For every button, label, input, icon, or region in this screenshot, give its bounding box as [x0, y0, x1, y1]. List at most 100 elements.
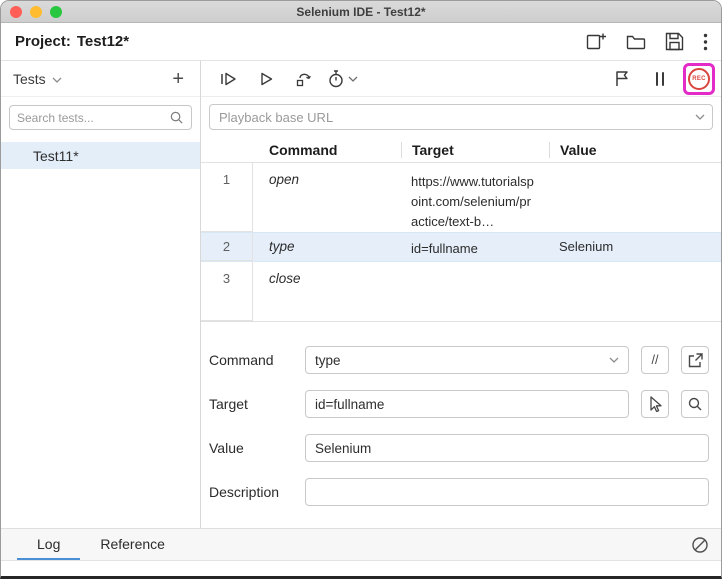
toggle-comment-button[interactable]: //: [641, 346, 669, 374]
target-cell: https://www.tutorialspoint.com/selenium/…: [401, 163, 549, 232]
test-list-item[interactable]: Test11*: [1, 142, 200, 169]
more-options-button[interactable]: [703, 33, 708, 51]
cursor-icon: [647, 395, 664, 413]
find-target-button[interactable]: [681, 390, 709, 418]
save-icon: [665, 32, 684, 51]
save-project-button[interactable]: [665, 32, 684, 51]
tests-header: Tests +: [1, 61, 200, 97]
tests-dropdown[interactable]: Tests: [13, 71, 62, 87]
selenium-ide-window: Selenium IDE - Test12* Project: Test12* T…: [0, 0, 722, 579]
commands-table-body: 1 open https://www.tutorialspoint.com/se…: [201, 163, 721, 321]
add-test-button[interactable]: +: [168, 69, 188, 89]
zoom-window-button[interactable]: [50, 6, 62, 18]
external-link-icon: [687, 352, 704, 369]
chevron-down-icon: [348, 76, 358, 82]
project-actions: [586, 32, 708, 51]
disable-breakpoints-button[interactable]: [607, 65, 637, 93]
flag-icon: [613, 69, 631, 88]
value-field-label: Value: [209, 440, 305, 456]
command-cell: close: [253, 262, 401, 321]
traffic-lights: [10, 6, 62, 18]
command-cell: open: [253, 163, 401, 232]
record-button-highlight: REC: [683, 63, 715, 95]
playback-base-url-wrap: [209, 104, 713, 130]
description-field-label: Description: [209, 484, 305, 500]
project-label: Project:: [15, 33, 71, 50]
run-current-test-button[interactable]: [251, 65, 281, 93]
tab-log-label: Log: [37, 536, 60, 552]
run-all-tests-button[interactable]: [213, 65, 243, 93]
search-icon: [169, 110, 184, 125]
window-title: Selenium IDE - Test12*: [1, 5, 721, 19]
value-form-row: Value: [209, 434, 709, 462]
footer-tabbar: Log Reference: [1, 528, 721, 561]
stopwatch-icon: [327, 69, 345, 89]
target-form-row: Target: [209, 390, 709, 418]
row-number: 3: [201, 262, 253, 321]
circle-slash-icon: [691, 536, 709, 554]
table-row[interactable]: 3 close: [201, 262, 721, 321]
record-button[interactable]: REC: [688, 68, 710, 90]
tab-reference-label: Reference: [100, 536, 165, 552]
pause-on-exceptions-button[interactable]: [645, 65, 675, 93]
chevron-down-icon: [52, 77, 62, 83]
search-icon: [687, 396, 703, 412]
tab-log[interactable]: Log: [17, 529, 80, 560]
command-edit-form: Command type // Target Value Description: [201, 321, 721, 528]
step-over-button[interactable]: [289, 65, 319, 93]
new-project-button[interactable]: [586, 32, 607, 51]
tab-reference[interactable]: Reference: [80, 529, 185, 560]
target-cell: id=fullname: [401, 233, 549, 261]
open-in-new-window-button[interactable]: [681, 346, 709, 374]
value-cell: [549, 262, 721, 321]
step-over-icon: [294, 69, 314, 89]
test-search-input[interactable]: [17, 111, 169, 125]
chevron-down-icon: [609, 357, 619, 363]
row-number: 1: [201, 163, 253, 232]
tests-dropdown-label: Tests: [13, 71, 46, 87]
project-title: Project: Test12*: [15, 33, 129, 50]
command-field-label: Command: [209, 352, 305, 368]
kebab-menu-icon: [703, 33, 708, 51]
description-form-row: Description: [209, 478, 709, 506]
command-select[interactable]: type: [305, 346, 629, 374]
test-name: Test11*: [33, 148, 79, 164]
open-project-button[interactable]: [626, 33, 646, 51]
playback-toolbar: REC: [201, 61, 721, 97]
column-value: Value: [549, 142, 721, 158]
table-row[interactable]: 1 open https://www.tutorialspoint.com/se…: [201, 163, 721, 232]
target-cell: [401, 262, 549, 321]
run-all-icon: [218, 69, 238, 89]
select-target-button[interactable]: [641, 390, 669, 418]
commands-table-header: Command Target Value: [201, 137, 721, 163]
target-input[interactable]: [305, 390, 629, 418]
command-form-row: Command type //: [209, 346, 709, 374]
test-search-box: [9, 105, 192, 130]
value-cell: Selenium: [549, 233, 721, 261]
play-icon: [256, 69, 276, 89]
titlebar: Selenium IDE - Test12*: [1, 1, 721, 23]
command-select-value: type: [315, 353, 341, 368]
column-command: Command: [253, 142, 401, 158]
new-project-icon: [586, 32, 607, 51]
description-input[interactable]: [305, 478, 709, 506]
main-panel: REC Command Target Value 1 open https://…: [201, 60, 721, 528]
row-number: 2: [201, 233, 253, 261]
clear-log-button[interactable]: [691, 536, 709, 554]
test-speed-button[interactable]: [327, 65, 358, 93]
value-cell: [549, 163, 721, 232]
playback-base-url-input[interactable]: [209, 104, 713, 130]
column-target: Target: [401, 142, 549, 158]
command-cell: type: [253, 233, 401, 261]
playback-base-url-row: [201, 97, 721, 137]
value-input[interactable]: [305, 434, 709, 462]
minimize-window-button[interactable]: [30, 6, 42, 18]
open-folder-icon: [626, 33, 646, 51]
tests-sidebar: Tests + Test11*: [1, 60, 201, 528]
target-field-label: Target: [209, 396, 305, 412]
project-header: Project: Test12*: [1, 23, 721, 60]
table-row-selected[interactable]: 2 type id=fullname Selenium: [201, 232, 721, 262]
close-window-button[interactable]: [10, 6, 22, 18]
project-name: Test12*: [77, 33, 129, 50]
pause-icon: [652, 70, 668, 88]
